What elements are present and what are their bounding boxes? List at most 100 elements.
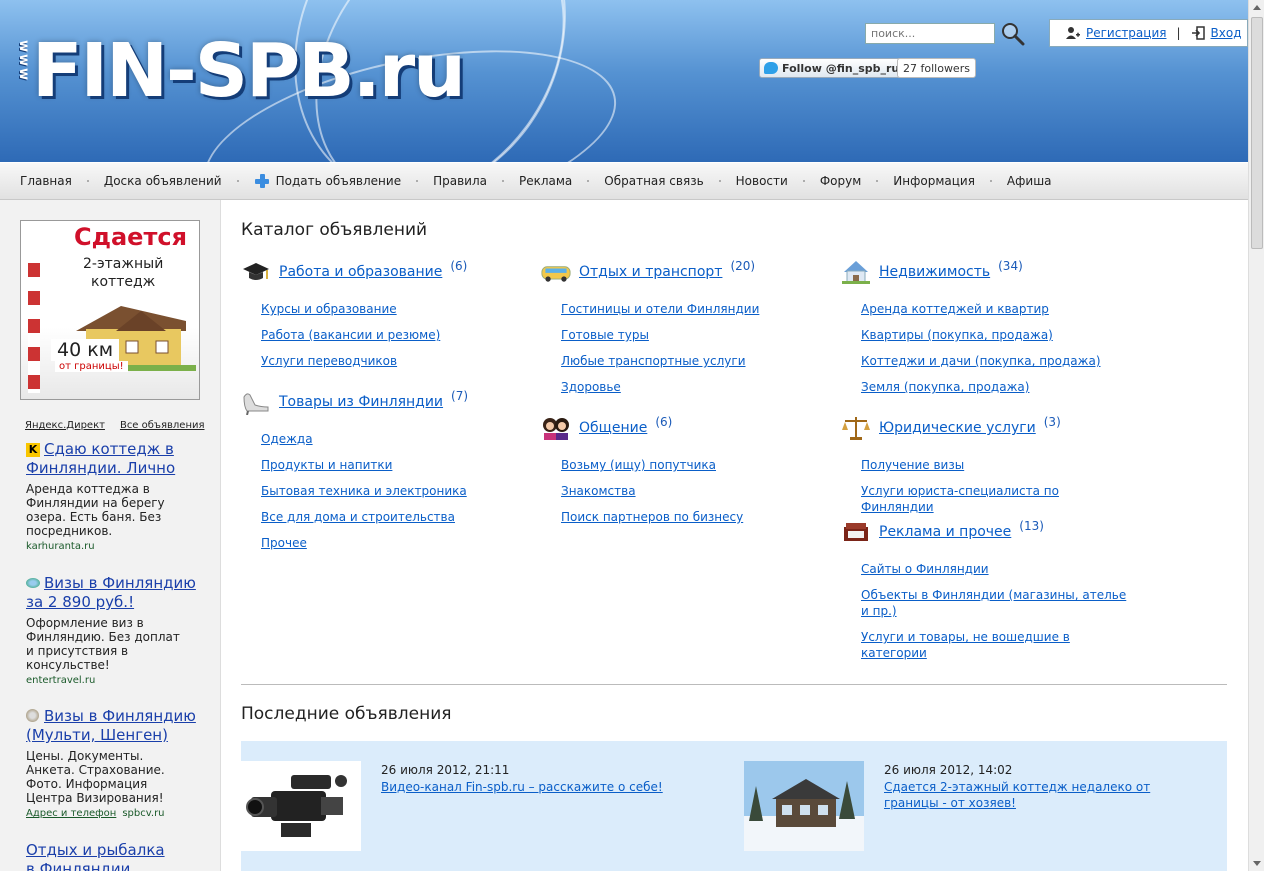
scroll-up-arrow-icon[interactable] (1253, 5, 1261, 10)
category-link[interactable]: Недвижимость (879, 264, 990, 280)
scrollbar-thumb[interactable] (1251, 17, 1263, 249)
subcategory-link[interactable]: Знакомства (561, 483, 831, 499)
sidebar-ad: Визы в Финляндию за 2 890 руб.! Оформлен… (26, 574, 211, 686)
ad-domain-row: Адрес и телефон spbcv.ru (26, 808, 211, 819)
subcategory-link[interactable]: Прочее (261, 535, 531, 551)
nav-board[interactable]: Доска объявлений (89, 174, 237, 188)
nav-home[interactable]: Главная (5, 174, 87, 188)
subcategory-link[interactable]: Услуги переводчиков (261, 353, 531, 369)
latest-ads-panel: 26 июля 2012, 21:11 Видео-канал Fin-spb.… (241, 741, 1227, 871)
category-link[interactable]: Реклама и прочее (879, 524, 1011, 540)
twitter-follow-label: Follow @fin_spb_ru (782, 61, 900, 75)
subcategory-link[interactable]: Квартиры (покупка, продажа) (861, 327, 1131, 343)
subcategory-link[interactable]: Гостиницы и отели Финляндии (561, 301, 831, 317)
cottage-thumbnail[interactable] (744, 761, 864, 851)
yandex-direct-link[interactable]: Яндекс.Директ (25, 420, 105, 431)
sidebar-ad: Отдых и рыбалка в Финляндии (26, 841, 211, 871)
site-header: www FIN-SPB.ru Follow @fin_spb_ru 27 fol… (0, 0, 1248, 162)
subcategory-link[interactable]: Возьму (ищу) попутчика (561, 457, 831, 473)
nav-advertising[interactable]: Реклама (504, 174, 587, 188)
listing-title-link[interactable]: Сдается 2-этажный коттедж недалеко от гр… (884, 779, 1204, 811)
nav-events[interactable]: Афиша (992, 174, 1067, 188)
ad-title-link[interactable]: Визы в Финляндию за 2 890 руб.! (26, 574, 196, 611)
subcategory-link[interactable]: Услуги и товары, не вошедшие в категории (861, 629, 1131, 661)
category-link[interactable]: Работа и образование (279, 264, 442, 280)
category-legal-services: Юридические услуги (3) (841, 415, 1061, 440)
register-link[interactable]: Регистрация (1086, 26, 1166, 40)
category-work-education: Работа и образование (6) (241, 259, 467, 284)
search-input[interactable] (865, 23, 995, 44)
subcategory-link[interactable]: Бытовая техника и электроника (261, 483, 531, 499)
nav-forum[interactable]: Форум (805, 174, 876, 188)
subcategory-link[interactable]: Все для дома и строительства (261, 509, 531, 525)
subcategory-link[interactable]: Курсы и образование (261, 301, 531, 317)
ad-title-link[interactable]: Визы в Финляндию (Мульти, Шенген) (26, 707, 196, 744)
category-count: (3) (1043, 415, 1061, 429)
subcategory-link[interactable]: Услуги юриста-специалиста по Финляндии (861, 483, 1131, 515)
subcategory-link[interactable]: Работа (вакансии и резюме) (261, 327, 531, 343)
subcategory-link[interactable]: Аренда коттеджей и квартир (861, 301, 1131, 317)
site-logo[interactable]: FIN-SPB.ru (32, 28, 466, 114)
nav-news[interactable]: Новости (721, 174, 803, 188)
subcategory-link[interactable]: Земля (покупка, продажа) (861, 379, 1131, 395)
subcategory-link[interactable]: Одежда (261, 431, 531, 447)
scales-icon (842, 417, 870, 440)
subcategory-link[interactable]: Сайты о Финляндии (861, 561, 1131, 577)
nav-post-ad[interactable]: Подать объявление (239, 173, 416, 189)
border-post-graphic (28, 263, 40, 393)
subcategory-link[interactable]: Поиск партнеров по бизнесу (561, 509, 831, 525)
scroll-down-arrow-icon[interactable] (1253, 861, 1261, 866)
subcategory-link[interactable]: Здоровье (561, 379, 831, 395)
camcorder-thumbnail[interactable] (241, 761, 361, 851)
ad-domain[interactable]: karhuranta.ru (26, 541, 211, 552)
latest-ads-title: Последние объявления (241, 704, 452, 724)
left-sidebar: Сдается 2-этажный коттедж 40 км от границ… (0, 200, 221, 871)
logo-prefix: www (16, 40, 31, 83)
people-icon (543, 418, 569, 440)
search-button[interactable] (1000, 21, 1026, 47)
nav-rules[interactable]: Правила (418, 174, 502, 188)
subcategory-link[interactable]: Любые транспортные услуги (561, 353, 831, 369)
page-scrollbar[interactable] (1248, 0, 1264, 871)
category-link[interactable]: Товары из Финляндии (279, 394, 443, 410)
ad-address-link[interactable]: Адрес и телефон (26, 808, 116, 819)
ad-domain[interactable]: entertravel.ru (26, 675, 211, 686)
category-finnish-goods: Товары из Финляндии (7) (241, 389, 469, 415)
category-count: (13) (1019, 519, 1044, 533)
nav-feedback[interactable]: Обратная связь (589, 174, 718, 188)
category-count: (6) (655, 415, 673, 429)
main-content: Каталог объявлений Работа и образование … (221, 200, 1248, 871)
listing-title-link[interactable]: Видео-канал Fin-spb.ru – расскажите о се… (381, 779, 701, 795)
main-navigation: Главная Доска объявлений Подать объявлен… (0, 162, 1248, 200)
house-icon (842, 261, 870, 284)
subcategory-link[interactable]: Получение визы (861, 457, 1131, 473)
sidebar-ad: Визы в Финляндию (Мульти, Шенген) Цены. … (26, 707, 211, 819)
magnifier-icon (1002, 23, 1025, 46)
twitter-bird-icon (764, 62, 778, 74)
twitter-follow-button[interactable]: Follow @fin_spb_ru (759, 58, 906, 78)
sidebar-ad: K Сдаю коттедж в Финляндии. Лично Аренда … (26, 440, 211, 552)
auth-panel: Регистрация | Вход (1049, 19, 1248, 47)
category-count: (7) (451, 389, 469, 403)
subcategory-link[interactable]: Готовые туры (561, 327, 831, 343)
ad-domain[interactable]: spbcv.ru (122, 808, 164, 819)
globe-icon (26, 578, 40, 588)
category-link[interactable]: Отдых и транспорт (579, 264, 722, 280)
banner-subtitle: 2-этажный коттедж (83, 255, 163, 291)
twitter-followers-count[interactable]: 27 followers (897, 58, 976, 78)
ad-description: Оформление виз в Финляндию. Без доплат и… (26, 616, 180, 672)
cottage-banner-ad[interactable]: Сдается 2-этажный коттедж 40 км от границ… (20, 220, 200, 400)
subcategory-link[interactable]: Продукты и напитки (261, 457, 531, 473)
category-link[interactable]: Юридические услуги (879, 420, 1036, 436)
login-link[interactable]: Вход (1211, 26, 1242, 40)
all-ads-link[interactable]: Все объявления (120, 420, 205, 431)
subcategory-link[interactable]: Объекты в Финляндии (магазины, ателье и … (861, 587, 1131, 619)
nav-information[interactable]: Информация (878, 174, 990, 188)
category-link[interactable]: Общение (579, 420, 647, 436)
ad-title-link[interactable]: Сдаю коттедж в Финляндии. Лично (26, 440, 175, 477)
category-communication: Общение (6) (541, 415, 673, 440)
ad-title-link[interactable]: Отдых и рыбалка в Финляндии (26, 841, 166, 871)
section-divider (241, 684, 1227, 685)
ad-description: Цены. Документы. Анкета. Страхование. Фо… (26, 749, 165, 805)
subcategory-link[interactable]: Коттеджи и дачи (покупка, продажа) (861, 353, 1131, 369)
